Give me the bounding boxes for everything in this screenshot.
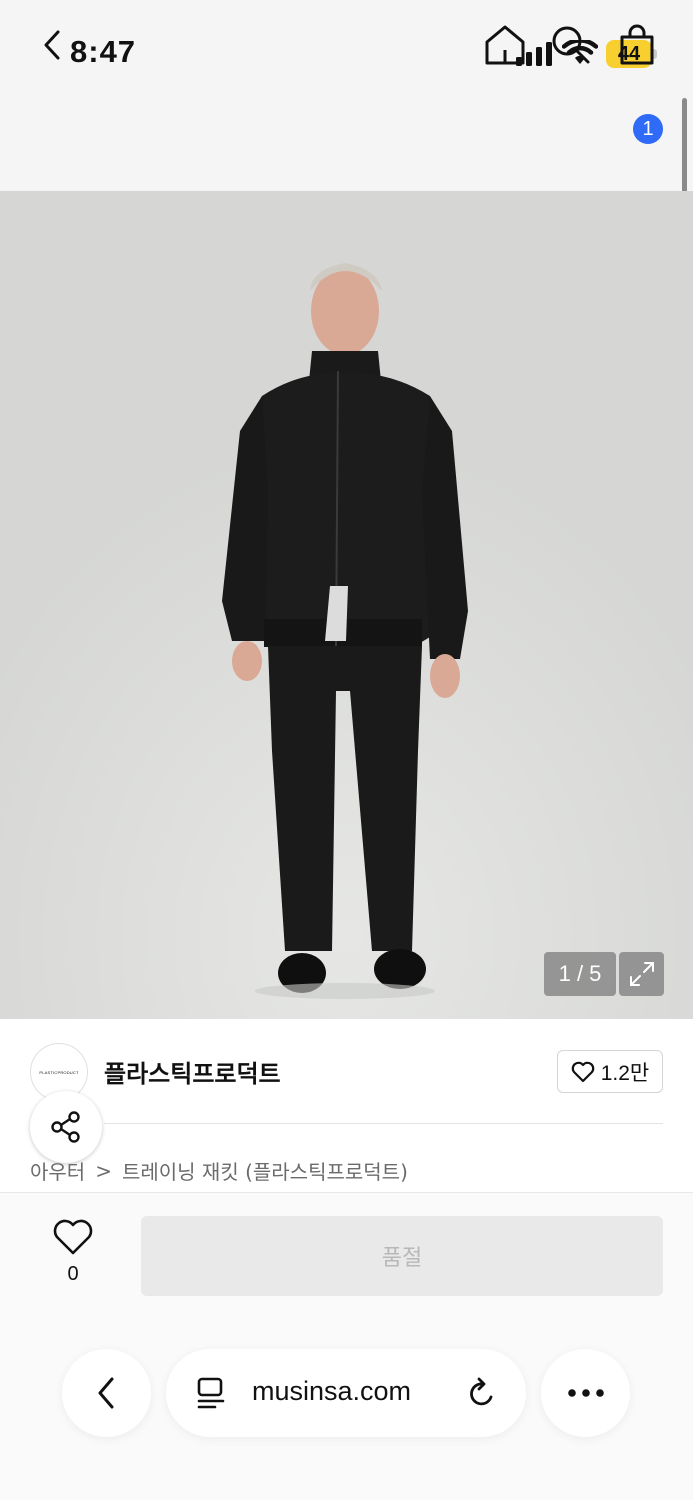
search-icon[interactable] — [548, 22, 594, 68]
wish-heart-icon[interactable] — [52, 1218, 94, 1256]
expand-icon — [629, 962, 654, 986]
wish-count: 0 — [67, 1263, 79, 1285]
brand-like-button[interactable]: 1.2만 — [557, 1050, 663, 1093]
browser-back-icon — [98, 1377, 113, 1409]
shopping-bag-icon[interactable] — [614, 22, 660, 68]
divider — [104, 1123, 663, 1124]
cart-count-badge: 1 — [633, 114, 663, 144]
nav-bar — [0, 95, 693, 191]
home-icon[interactable] — [482, 22, 528, 68]
brand-like-count: 1.2만 — [600, 1061, 650, 1085]
breadcrumb-product[interactable]: 트레이닝 재킷 (플라스틱프로덕트) — [122, 1156, 408, 1185]
share-icon — [51, 1111, 80, 1143]
more-icon — [567, 1389, 604, 1397]
breadcrumb: 아우터 > 트레이닝 재킷 (플라스틱프로덕트) — [30, 1156, 408, 1185]
heart-outline-icon — [571, 1061, 595, 1082]
url-text[interactable]: musinsa.com — [252, 1376, 411, 1407]
breadcrumb-separator: > — [95, 1158, 112, 1183]
reader-icon[interactable] — [196, 1376, 226, 1410]
reload-icon[interactable] — [466, 1375, 498, 1411]
soldout-button[interactable]: 품절 — [141, 1216, 663, 1296]
breadcrumb-category[interactable]: 아우터 — [30, 1156, 85, 1185]
brand-logo-text: PLASTICPRODUCT — [39, 1069, 79, 1075]
product-photo — [0, 191, 693, 1019]
expand-button[interactable] — [619, 952, 664, 996]
image-counter: 1 / 5 — [544, 952, 616, 996]
brand-name[interactable]: 플라스틱프로덕트 — [104, 1054, 281, 1089]
share-button[interactable] — [30, 1091, 102, 1163]
back-icon[interactable] — [30, 22, 76, 68]
status-time: 8:47 — [70, 34, 137, 69]
browser-more-button[interactable] — [541, 1349, 630, 1437]
product-image[interactable] — [0, 191, 693, 1019]
browser-back-button[interactable] — [62, 1349, 151, 1437]
